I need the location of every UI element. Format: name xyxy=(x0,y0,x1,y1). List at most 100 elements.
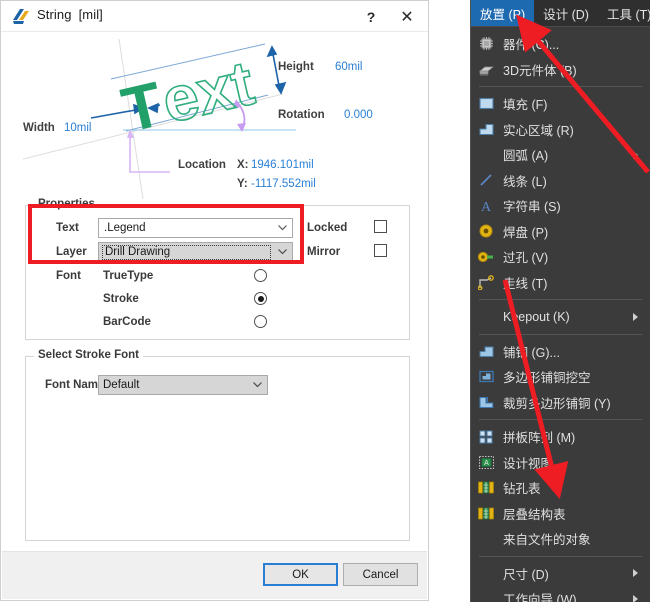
submenu-arrow-icon xyxy=(633,569,638,578)
layer-stack-table-icon xyxy=(471,507,501,520)
menu-item-label: 填充 (F) xyxy=(503,98,548,113)
drill-table-icon xyxy=(471,481,501,494)
menu-item[interactable]: 走线 (T) xyxy=(471,270,650,296)
menu-item-label: 实心区域 (R) xyxy=(503,123,574,138)
dialog-title-text: String xyxy=(37,7,72,22)
menu-item[interactable]: 尺寸 (D) xyxy=(471,561,650,587)
menu-item[interactable]: 填充 (F) xyxy=(471,91,650,117)
menu-item[interactable]: 实心区域 (R) xyxy=(471,117,650,143)
menu-item-label: 来自文件的对象 xyxy=(503,533,591,548)
stroke-font-group-label: Select Stroke Font xyxy=(34,349,143,361)
3d-body-icon xyxy=(471,63,501,76)
menu-item[interactable]: 3D元件体 (B) xyxy=(471,57,650,83)
font-name-value: Default xyxy=(103,378,140,391)
chevron-down-icon[interactable] xyxy=(273,243,292,261)
menu-item[interactable]: 拼板阵列 (M) xyxy=(471,424,650,450)
menu-item-label: 设计视图 xyxy=(503,456,554,471)
font-option-truetype-radio[interactable] xyxy=(254,269,267,282)
menu-item-label: 圆弧 (A) xyxy=(503,149,549,164)
string-a-icon: A xyxy=(471,199,501,213)
menu-item[interactable]: 线条 (L) xyxy=(471,168,650,194)
font-name-label: Font Name xyxy=(45,379,105,391)
mirror-checkbox[interactable] xyxy=(374,244,387,257)
submenu-arrow-icon xyxy=(633,312,638,321)
place-menu-list: 器件 (C)... 3D元件体 (B) 填充 (F) 实心区域 (R) 圆弧 (A) 线条… xyxy=(471,27,650,602)
panel-array-icon xyxy=(471,430,501,444)
menu-item[interactable]: 层叠结构表 xyxy=(471,501,650,527)
polygon-pour-icon xyxy=(471,345,501,358)
menu-item[interactable]: 工作向导 (W) xyxy=(471,586,650,602)
submenu-arrow-icon xyxy=(633,594,638,602)
dialog-titlebar: String [mil] ? ✕ xyxy=(1,1,428,32)
menu-item[interactable]: 器件 (C)... xyxy=(471,31,650,57)
font-option-stroke-radio[interactable] xyxy=(254,292,267,305)
chevron-down-icon[interactable] xyxy=(248,376,267,394)
chevron-down-icon[interactable] xyxy=(273,219,292,237)
menu-separator xyxy=(479,419,642,420)
menu-item-label: 器件 (C)... xyxy=(503,38,560,53)
menu-item[interactable]: 焊盘 (P) xyxy=(471,219,650,245)
place-menu-panel: 放置 (P) 设计 (D) 工具 (T) 器件 (C)... 3D元件体 (B) 填… xyxy=(470,0,650,602)
string-properties-dialog: String [mil] ? ✕ T ext Height 60mil Rota… xyxy=(0,0,429,601)
menubar-item-tools[interactable]: 工具 (T) xyxy=(598,0,650,26)
menu-item-label: 多边形铺铜挖空 xyxy=(503,371,591,386)
text-combobox[interactable]: .Legend xyxy=(98,218,293,238)
menubar-item-design[interactable]: 设计 (D) xyxy=(534,0,598,26)
menu-item[interactable]: 过孔 (V) xyxy=(471,244,650,270)
layer-combobox-value: Drill Drawing xyxy=(102,244,271,260)
via-icon xyxy=(471,250,501,264)
menu-item[interactable]: 来自文件的对象 xyxy=(471,526,650,552)
font-option-barcode-label: BarCode xyxy=(103,316,151,328)
menu-item-label: 层叠结构表 xyxy=(503,507,566,522)
menu-separator xyxy=(479,333,642,335)
layer-field-label: Layer xyxy=(56,246,87,258)
font-option-barcode-radio[interactable] xyxy=(254,315,267,328)
dialog-title: String [mil] xyxy=(37,7,103,22)
menu-bar: 放置 (P) 设计 (D) 工具 (T) xyxy=(471,0,650,27)
cancel-button[interactable]: Cancel xyxy=(343,563,418,586)
menu-item[interactable]: Keepout (K) xyxy=(471,304,650,330)
locked-label: Locked xyxy=(307,222,348,234)
svg-text:A: A xyxy=(481,200,492,213)
polygon-slice-icon xyxy=(471,396,501,409)
menu-item-label: 字符串 (S) xyxy=(503,200,561,215)
layer-combobox[interactable]: Drill Drawing xyxy=(98,242,293,262)
polygon-cutout-icon xyxy=(471,370,501,383)
font-name-combobox[interactable]: Default xyxy=(98,375,268,395)
track-icon xyxy=(471,274,501,290)
menu-item-label: 3D元件体 (B) xyxy=(503,63,577,78)
location-label: Location xyxy=(178,159,226,171)
close-icon[interactable]: ✕ xyxy=(390,1,424,32)
locked-checkbox[interactable] xyxy=(374,220,387,233)
menu-item[interactable]: 多边形铺铜挖空 xyxy=(471,364,650,390)
dialog-footer: OK Cancel xyxy=(2,551,427,599)
dialog-title-unit: [mil] xyxy=(78,7,103,22)
menu-item[interactable]: A 设计视图 xyxy=(471,450,650,476)
submenu-arrow-icon xyxy=(633,150,638,159)
ok-button[interactable]: OK xyxy=(263,563,338,586)
font-option-stroke-label: Stroke xyxy=(103,293,139,305)
font-option-truetype-label: TrueType xyxy=(103,270,154,282)
menu-separator xyxy=(479,86,642,87)
menu-item-label: 焊盘 (P) xyxy=(503,225,549,240)
location-x-value: 1946.101mil xyxy=(251,159,314,171)
help-button[interactable]: ? xyxy=(354,1,388,32)
menu-separator xyxy=(479,299,642,300)
properties-group: Properties Text .Legend Layer Drill Draw… xyxy=(25,198,410,340)
menu-item[interactable]: 铺铜 (G)... xyxy=(471,339,650,365)
menu-item[interactable]: 圆弧 (A) xyxy=(471,142,650,168)
properties-group-label: Properties xyxy=(34,198,99,210)
location-x-label: X: xyxy=(237,159,249,171)
design-view-icon: A xyxy=(471,455,501,469)
altium-logo-icon xyxy=(13,9,29,24)
width-label: Width xyxy=(23,122,55,134)
menubar-item-place[interactable]: 放置 (P) xyxy=(471,0,535,26)
menu-item-label: 过孔 (V) xyxy=(503,251,549,266)
height-value: 60mil xyxy=(335,61,363,73)
location-y-value: -1117.552mil xyxy=(251,178,316,190)
menu-item[interactable]: A 字符串 (S) xyxy=(471,193,650,219)
location-y-label: Y: xyxy=(237,178,248,190)
menu-item[interactable]: 钻孔表 xyxy=(471,475,650,501)
menu-item[interactable]: 裁剪多边形铺铜 (Y) xyxy=(471,390,650,416)
menu-item-label: 铺铜 (G)... xyxy=(503,345,560,360)
